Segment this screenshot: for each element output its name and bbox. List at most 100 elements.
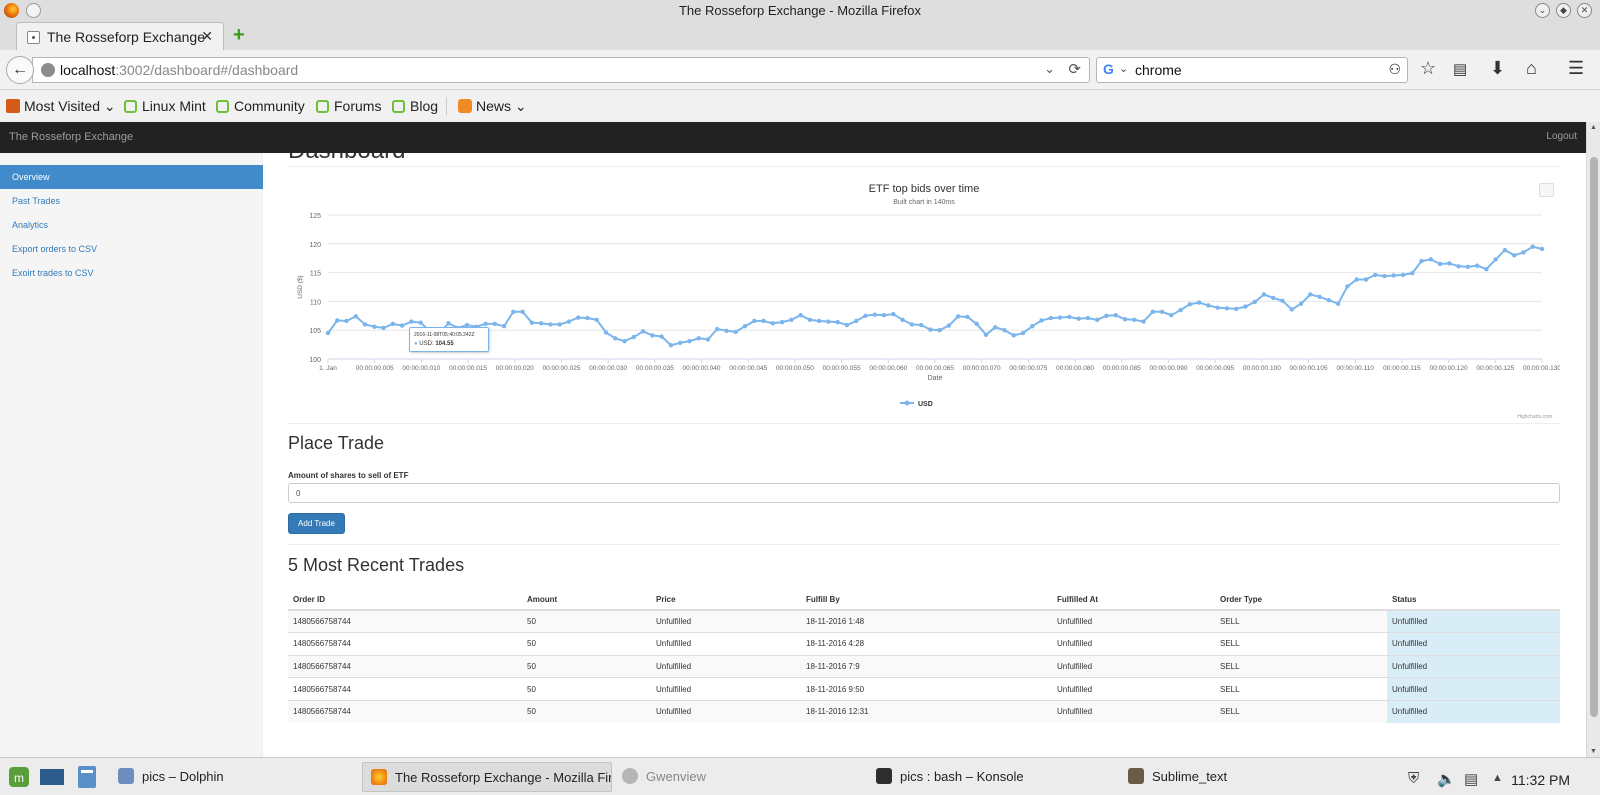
divider <box>288 544 1560 545</box>
x-tick-label: 00:00:00.100 <box>1243 365 1281 372</box>
network-icon[interactable]: ▤ <box>1464 770 1478 788</box>
reading-list-icon[interactable]: ▤ <box>1453 60 1467 78</box>
bookmark-star-icon[interactable]: ☆ <box>1420 58 1436 79</box>
data-point <box>891 311 896 317</box>
data-point <box>1382 273 1387 279</box>
data-point <box>1465 264 1471 270</box>
search-bar[interactable]: G ⌄ chrome ⚇ <box>1096 57 1408 83</box>
back-button[interactable]: ← <box>6 56 34 84</box>
divider <box>288 166 1560 167</box>
legend-label-usd: USD <box>918 401 933 408</box>
sidebar-item-export-orders[interactable]: Export orders to CSV <box>0 237 263 261</box>
browser-tab[interactable]: The Rosseforp Exchange ✕ <box>16 22 224 51</box>
new-tab-plus-icon[interactable]: + <box>233 25 245 45</box>
table-row: 1480566758744 50 Unfulfilled 18-11-2016 … <box>288 632 1560 656</box>
data-point <box>335 318 340 323</box>
add-trade-button[interactable]: Add Trade <box>288 513 345 534</box>
data-point <box>826 319 831 324</box>
data-point <box>1326 298 1332 303</box>
downloads-icon[interactable]: ⬇ <box>1490 58 1505 79</box>
scroll-up-arrow-icon[interactable]: ▲ <box>1590 124 1597 131</box>
show-desktop-icon[interactable] <box>37 762 67 792</box>
google-icon[interactable]: G <box>1103 61 1114 77</box>
sidebar-item-overview[interactable]: Overview <box>0 165 263 189</box>
close-tab-icon[interactable]: ✕ <box>201 28 213 45</box>
clock[interactable]: 11:32 PM <box>1511 772 1570 788</box>
binoculars-icon[interactable]: ⚇ <box>1388 61 1401 78</box>
page-scrollbar[interactable]: ▲ ▼ <box>1586 122 1600 757</box>
bookmark-blog[interactable]: Blog <box>392 98 438 114</box>
y-tick-label: 110 <box>310 299 321 306</box>
data-point <box>1030 323 1035 329</box>
app-brand[interactable]: The Rosseforp Exchange <box>9 131 133 143</box>
window-titlebar: The Rosseforp Exchange - Mozilla Firefox… <box>0 0 1600 22</box>
taskbar-item-sublime[interactable]: Sublime_text <box>1120 762 1360 792</box>
fulfill-by-cell: 18-11-2016 9:50 <box>801 677 1052 701</box>
x-tick-label: 00:00:00.130 <box>1523 365 1560 372</box>
taskbar-item-gwenview[interactable]: Gwenview <box>614 762 854 792</box>
taskbar-item-dolphin[interactable]: pics – Dolphin <box>110 762 348 792</box>
sidebar-item-past-trades[interactable]: Past Trades <box>0 189 263 213</box>
data-point <box>538 321 544 326</box>
chart-subtitle: Built chart in 140ms <box>893 199 955 206</box>
file-manager-icon[interactable] <box>72 762 102 792</box>
url-text[interactable]: localhost:3002/dashboard#/dashboard <box>60 62 298 78</box>
status-cell: Unfulfilled <box>1387 632 1560 656</box>
logout-link[interactable]: Logout <box>1546 131 1577 142</box>
amount-input[interactable] <box>288 483 1560 503</box>
fulfilled-at-cell: Unfulfilled <box>1052 699 1215 723</box>
x-tick-label: 00:00:00.095 <box>1196 365 1234 372</box>
tray-expand-icon[interactable]: ▲ <box>1492 772 1503 784</box>
search-engine-chevron-icon[interactable]: ⌄ <box>1119 62 1128 75</box>
chart-credits[interactable]: Highcharts.com <box>1517 414 1552 420</box>
sidebar-item-export-trades[interactable]: Exoirt trades to CSV <box>0 261 263 285</box>
search-input[interactable]: chrome <box>1135 62 1182 78</box>
table-row: 1480566758744 50 Unfulfilled 18-11-2016 … <box>288 609 1560 633</box>
scroll-down-arrow-icon[interactable]: ▼ <box>1590 748 1597 755</box>
data-point <box>1261 292 1267 297</box>
url-bar[interactable]: localhost:3002/dashboard#/dashboard ⌄ ⟳ <box>32 57 1090 83</box>
data-point <box>733 329 738 335</box>
mint-menu-icon[interactable]: m <box>4 762 34 792</box>
x-tick-label: 00:00:00.055 <box>823 365 861 372</box>
chart-context-menu-button[interactable] <box>1539 183 1554 197</box>
security-shield-icon[interactable]: ⛨ <box>1408 770 1419 787</box>
bookmark-label: Community <box>234 98 305 114</box>
url-history-chevron-icon[interactable]: ⌄ <box>1044 61 1055 77</box>
linux-mint-icon <box>316 100 329 113</box>
sidebar-item-analytics[interactable]: Analytics <box>0 213 263 237</box>
table-row: 1480566758744 50 Unfulfilled 18-11-2016 … <box>288 677 1560 701</box>
scrollbar-thumb[interactable] <box>1590 157 1598 717</box>
x-tick-label: 00:00:00.060 <box>869 365 907 372</box>
tab-strip: The Rosseforp Exchange ✕ + <box>0 22 1600 51</box>
site-info-icon[interactable] <box>41 63 55 77</box>
volume-icon[interactable]: 🔈 <box>1437 770 1456 788</box>
data-point <box>372 324 377 329</box>
bookmark-forums[interactable]: Forums <box>316 98 381 114</box>
data-point <box>993 325 998 330</box>
tooltip-series: USD <box>419 341 432 347</box>
order-id-cell: 1480566758744 <box>288 699 522 723</box>
status-cell: Unfulfilled <box>1387 654 1560 678</box>
bookmark-community[interactable]: Community <box>216 98 305 114</box>
home-icon[interactable]: ⌂ <box>1526 58 1537 79</box>
y-tick-label: 105 <box>309 328 321 335</box>
data-point <box>1104 313 1109 318</box>
reload-icon[interactable]: ⟳ <box>1068 60 1081 78</box>
data-point <box>937 328 942 333</box>
y-tick-label: 100 <box>309 357 321 364</box>
close-window-icon[interactable]: ✕ <box>1577 3 1592 18</box>
bookmark-linux-mint[interactable]: Linux Mint <box>124 98 206 114</box>
taskbar-item-konsole[interactable]: pics : bash – Konsole <box>868 762 1108 792</box>
taskbar-item-firefox[interactable]: The Rosseforp Exchange - Mozilla Firef <box>362 762 612 792</box>
bookmark-most-visited[interactable]: Most Visited ⌄ <box>6 98 116 115</box>
terminal-icon <box>876 768 892 784</box>
status-cell: Unfulfilled <box>1387 699 1560 723</box>
maximize-icon[interactable]: ◆ <box>1556 3 1571 18</box>
data-point <box>362 322 368 327</box>
bookmark-news[interactable]: News ⌄ <box>458 98 527 115</box>
minimize-icon[interactable]: ⌄ <box>1535 3 1550 18</box>
hamburger-menu-icon[interactable]: ☰ <box>1568 58 1584 79</box>
data-point <box>631 334 637 340</box>
data-point <box>668 342 674 348</box>
